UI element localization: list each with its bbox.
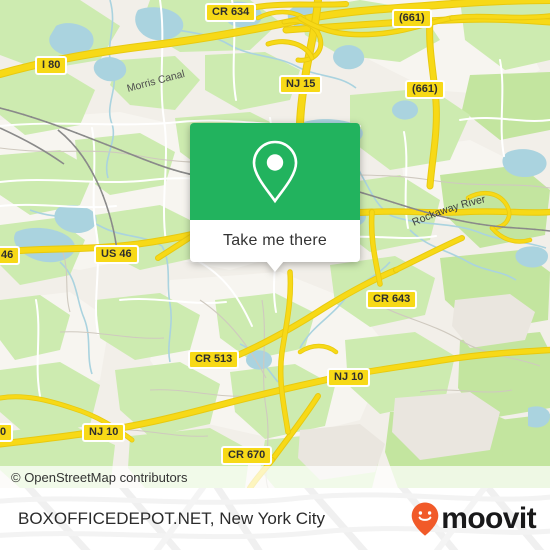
moovit-logo[interactable]: moovit: [411, 488, 537, 550]
map-label-i80: I 80: [35, 56, 68, 75]
osm-attribution-text[interactable]: © OpenStreetMap contributors: [0, 470, 188, 485]
location-title: BOXOFFICEDEPOT.NET, New York City: [18, 509, 326, 528]
moovit-wordmark: moovit: [441, 502, 536, 535]
take-me-there-label: Take me there: [223, 232, 327, 249]
map-label-46-clipped: 46: [0, 246, 21, 265]
svg-text:Morris Canal: Morris Canal: [126, 68, 186, 95]
moovit-map-screenshot: .land { fill:#f2efe9; } .urban { fill:#f…: [0, 0, 550, 550]
map-label-nj10-a: NJ 10: [327, 368, 371, 387]
water-label-morris-canal: Morris Canal: [126, 68, 186, 95]
map-label-cr670: CR 670: [221, 446, 273, 465]
svg-text:Rockaway River: Rockaway River: [410, 193, 487, 228]
map-label-0-clipped: 0: [0, 423, 14, 442]
map-label-nj15: NJ 15: [279, 75, 323, 94]
map-label-661-b: (661): [405, 80, 445, 99]
moovit-smiley-pin-icon: [411, 502, 439, 536]
map-label-cr634: CR 634: [205, 3, 257, 22]
popup-footer[interactable]: Take me there: [190, 220, 360, 272]
map-label-us46: US 46: [94, 245, 139, 264]
map-label-661-a: (661): [392, 9, 432, 28]
map-label-cr513: CR 513: [188, 350, 240, 369]
footer-bar: BOXOFFICEDEPOT.NET, New York City moovit: [0, 488, 550, 550]
map-pin-icon: [252, 140, 298, 203]
map-canvas[interactable]: .land { fill:#f2efe9; } .urban { fill:#f…: [0, 0, 550, 488]
map-label-cr643: CR 643: [366, 290, 418, 309]
map-label-nj10-b: NJ 10: [82, 423, 126, 442]
take-me-there-popup[interactable]: Take me there: [190, 123, 360, 272]
popup-pointer: [266, 261, 284, 272]
map-attribution-bar: © OpenStreetMap contributors: [0, 466, 550, 488]
water-label-rockaway-river: Rockaway River: [410, 193, 487, 228]
popup-header: [190, 123, 360, 220]
